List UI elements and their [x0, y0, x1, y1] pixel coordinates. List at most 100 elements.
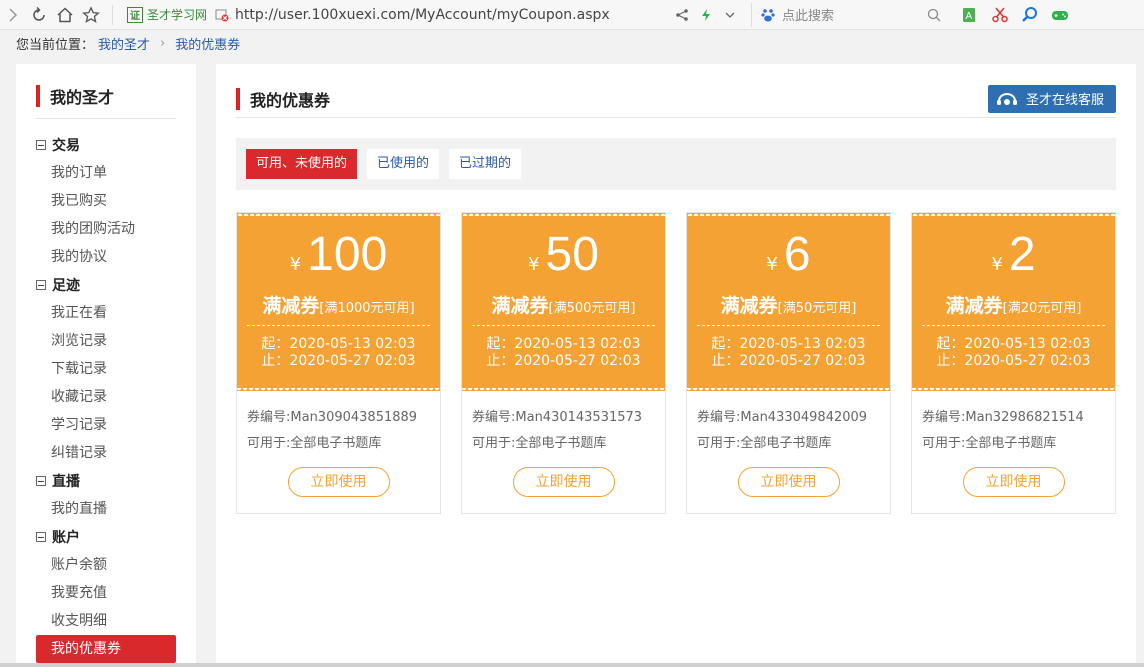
coupon-card: ¥ 50 满减券 [满500元可用] 起：2020-05-13 02:03 止：…	[461, 212, 666, 514]
tab-used[interactable]: 已使用的	[367, 149, 440, 179]
sidebar-item-study-records[interactable]: 学习记录	[36, 411, 176, 439]
sidebar-item-coupons[interactable]: 我的优惠券	[36, 635, 176, 663]
site-badge[interactable]: 证 圣才学习网	[127, 6, 207, 23]
chevron-down-icon[interactable]	[723, 8, 737, 22]
coupon-type: 满减券 [满50元可用]	[687, 291, 890, 321]
coupon-face: ¥ 6 满减券 [满50元可用] 起：2020-05-13 02:03 止：20…	[687, 212, 890, 391]
search-input[interactable]: 点此搜索	[782, 5, 921, 24]
sidebar-item-my-live[interactable]: 我的直播	[36, 495, 176, 523]
sidebar-item-purchased[interactable]: 我已购买	[36, 187, 176, 215]
tab-expired[interactable]: 已过期的	[449, 149, 522, 179]
coupon-card: ¥ 100 满减券 [满1000元可用] 起：2020-05-13 02:03 …	[236, 212, 441, 514]
security-warning-icon[interactable]	[215, 8, 229, 22]
currency-symbol: ¥	[528, 254, 540, 275]
coupon-code: 券编号:Man430143531573	[472, 410, 643, 425]
sidebar-group-account[interactable]: 账户	[36, 523, 176, 551]
collapse-icon[interactable]	[36, 280, 46, 290]
currency-symbol: ¥	[991, 254, 1003, 275]
coupon-scope: 可用于:全部电子书题库	[697, 436, 832, 451]
use-now-button[interactable]: 立即使用	[962, 467, 1065, 497]
collapse-icon[interactable]	[36, 476, 46, 486]
breadcrumb-link-home[interactable]: 我的圣才	[98, 34, 150, 53]
coupon-code: 券编号:Man433049842009	[697, 410, 868, 425]
baidu-paw-icon	[761, 8, 775, 21]
coupon-condition: [满50元可用]	[777, 301, 857, 316]
coupon-amount: ¥ 50	[462, 213, 665, 289]
breadcrumb-link-current[interactable]: 我的优惠券	[175, 34, 240, 53]
home-button[interactable]	[52, 2, 78, 28]
coupon-condition: [满500元可用]	[548, 301, 636, 316]
main-header: 我的优惠券 圣才在线客服	[236, 84, 1116, 118]
online-service-button[interactable]: 圣才在线客服	[987, 84, 1116, 113]
sidebar-item-agreements[interactable]: 我的协议	[36, 243, 176, 271]
collapse-icon[interactable]	[36, 532, 46, 542]
sidebar-item-favorites[interactable]: 收藏记录	[36, 383, 176, 411]
coupon-tabs: 可用、未使用的 已使用的 已过期的	[236, 138, 1116, 190]
chevron-right-icon	[9, 7, 18, 22]
coupon-divider	[247, 325, 430, 326]
star-icon	[82, 5, 100, 23]
sidebar-item-error-records[interactable]: 纠错记录	[36, 439, 176, 467]
site-name: 圣才学习网	[147, 8, 208, 22]
favorite-button[interactable]	[78, 2, 104, 28]
sidebar-item-transactions[interactable]: 收支明细	[36, 607, 176, 635]
coupon-divider	[697, 325, 880, 326]
coupon-end-date: 止：2020-05-27 02:03	[711, 353, 866, 369]
sidebar-group-live[interactable]: 直播	[36, 467, 176, 495]
tab-available[interactable]: 可用、未使用的	[246, 149, 358, 179]
home-icon	[57, 6, 73, 22]
urlbar-tools	[675, 8, 737, 22]
translate-extension-icon[interactable]: A	[961, 6, 979, 24]
sidebar-group-footprint[interactable]: 足迹	[36, 271, 176, 299]
coupon-amount-value: 100	[307, 228, 388, 281]
page-title: 我的优惠券	[236, 87, 330, 111]
forward-button[interactable]	[0, 2, 26, 28]
search-icon[interactable]	[927, 8, 941, 22]
sidebar-item-watching[interactable]: 我正在看	[36, 299, 176, 327]
share-icon[interactable]	[675, 8, 689, 22]
coupon-validity: 起：2020-05-13 02:03 止：2020-05-27 02:03	[687, 336, 890, 370]
sidebar-item-balance[interactable]: 账户余额	[36, 551, 176, 579]
gamepad-icon[interactable]	[1051, 6, 1069, 24]
coupon-details: 券编号:Man430143531573 可用于:全部电子书题库 立即使用	[462, 391, 665, 513]
use-now-button[interactable]: 立即使用	[287, 467, 390, 497]
sidebar-item-browse-history[interactable]: 浏览记录	[36, 327, 176, 355]
coupon-end-date: 止：2020-05-27 02:03	[936, 353, 1091, 369]
refresh-icon	[33, 6, 45, 21]
address-bar[interactable]: http://user.100xuexi.com/MyAccount/myCou…	[235, 7, 635, 23]
sidebar-title-text: 我的圣才	[50, 88, 115, 107]
sidebar: 我的圣才 交易 我的订单 我已购买 我的团购活动 我的协议 足迹 我正在看 浏览…	[16, 64, 196, 667]
coupon-type: 满减券 [满500元可用]	[462, 291, 665, 321]
coupon-type-label: 满减券	[720, 295, 778, 317]
collapse-icon[interactable]	[36, 140, 46, 150]
coupon-list: ¥ 100 满减券 [满1000元可用] 起：2020-05-13 02:03 …	[236, 212, 1116, 514]
coupon-type-label: 满减券	[262, 295, 320, 317]
coupon-divider	[472, 325, 655, 326]
sidebar-group-trade[interactable]: 交易	[36, 131, 176, 159]
coupon-face: ¥ 50 满减券 [满500元可用] 起：2020-05-13 02:03 止：…	[462, 212, 665, 391]
use-now-button[interactable]: 立即使用	[512, 467, 615, 497]
search-box[interactable]: 点此搜索	[751, 2, 941, 27]
lightning-icon[interactable]	[699, 8, 713, 22]
title-accent-bar	[236, 87, 240, 110]
coupon-type-label: 满减券	[491, 295, 549, 317]
coupon-amount-value: 2	[1008, 228, 1036, 281]
use-now-button[interactable]: 立即使用	[737, 467, 840, 497]
sidebar-item-downloads[interactable]: 下载记录	[36, 355, 176, 383]
magnifier-extension-icon[interactable]	[1021, 6, 1039, 24]
coupon-amount: ¥ 100	[237, 213, 440, 289]
horizontal-scrollbar[interactable]	[0, 663, 1144, 667]
scissors-icon[interactable]	[991, 6, 1009, 24]
breadcrumb-prefix: 您当前位置：	[16, 38, 95, 53]
coupon-details: 券编号:Man309043851889 可用于:全部电子书题库 立即使用	[237, 391, 440, 513]
site-logo-icon: 证	[127, 6, 143, 23]
coupon-divider	[922, 325, 1105, 326]
coupon-scope: 可用于:全部电子书题库	[247, 436, 382, 451]
sidebar-group-label: 交易	[52, 138, 80, 154]
coupon-face: ¥ 2 满减券 [满20元可用] 起：2020-05-13 02:03 止：20…	[912, 212, 1115, 391]
sidebar-item-orders[interactable]: 我的订单	[36, 159, 176, 187]
sidebar-group-label: 足迹	[52, 278, 80, 294]
sidebar-item-recharge[interactable]: 我要充值	[36, 579, 176, 607]
refresh-button[interactable]	[26, 2, 52, 28]
sidebar-item-group-buy[interactable]: 我的团购活动	[36, 215, 176, 243]
